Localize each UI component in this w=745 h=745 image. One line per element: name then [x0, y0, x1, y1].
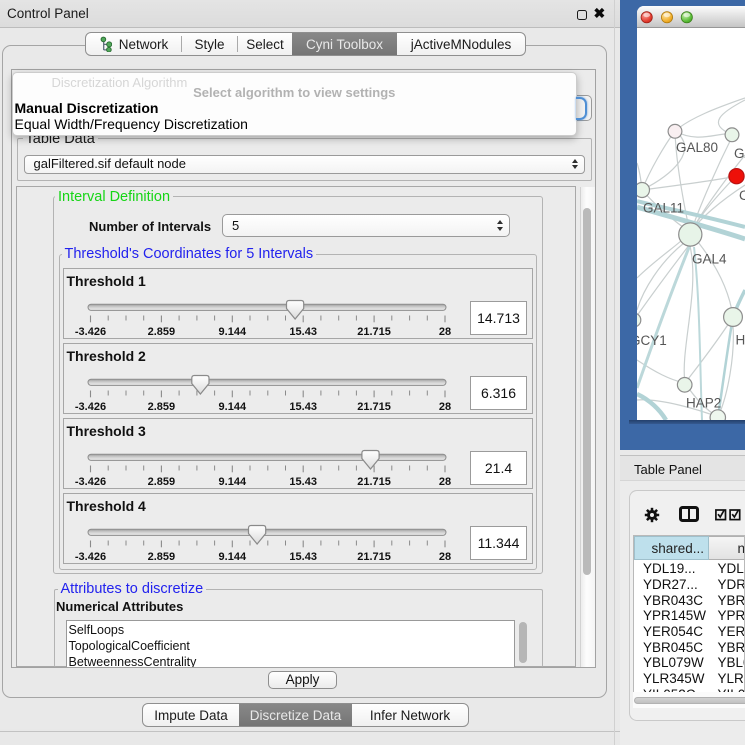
svg-text:15.43: 15.43 — [289, 476, 317, 488]
svg-text:HAP2: HAP2 — [686, 396, 721, 411]
svg-text:28: 28 — [439, 326, 451, 338]
svg-text:GAL80: GAL80 — [676, 140, 718, 155]
svg-text:GAL11: GAL11 — [643, 201, 684, 216]
svg-text:-3.426: -3.426 — [75, 551, 106, 563]
svg-text:9.144: 9.144 — [219, 476, 247, 488]
svg-text:9.144: 9.144 — [219, 326, 247, 338]
svg-text:15.43: 15.43 — [289, 326, 317, 338]
svg-text:-3.426: -3.426 — [75, 401, 106, 413]
svg-text:GAL4: GAL4 — [692, 252, 727, 267]
svg-text:2.859: 2.859 — [148, 326, 176, 338]
svg-text:2.859: 2.859 — [148, 551, 176, 563]
svg-text:2.859: 2.859 — [148, 476, 176, 488]
svg-text:C: C — [739, 188, 745, 203]
svg-text:28: 28 — [439, 476, 451, 488]
svg-text:GCY1: GCY1 — [637, 333, 667, 348]
svg-text:28: 28 — [439, 551, 451, 563]
svg-text:-3.426: -3.426 — [75, 326, 106, 338]
svg-text:21.715: 21.715 — [357, 551, 391, 563]
svg-text:28: 28 — [439, 401, 451, 413]
svg-text:2.859: 2.859 — [148, 401, 176, 413]
svg-text:21.715: 21.715 — [357, 401, 391, 413]
svg-text:9.144: 9.144 — [219, 401, 247, 413]
svg-text:-3.426: -3.426 — [75, 476, 106, 488]
svg-text:15.43: 15.43 — [289, 551, 317, 563]
svg-text:21.715: 21.715 — [357, 326, 391, 338]
svg-text:GA: GA — [734, 146, 745, 161]
svg-text:15.43: 15.43 — [289, 401, 317, 413]
svg-text:9.144: 9.144 — [219, 551, 247, 563]
svg-text:21.715: 21.715 — [357, 476, 391, 488]
svg-text:H: H — [736, 333, 745, 348]
